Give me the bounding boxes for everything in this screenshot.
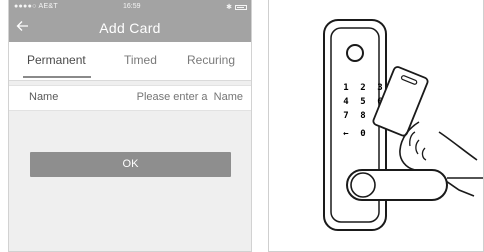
ok-button[interactable]: OK xyxy=(30,152,231,177)
status-icons: ✱ xyxy=(226,3,247,11)
app-header: ●●●●○ AE&T 16:59 ✱ Add Card xyxy=(9,0,251,42)
bluetooth-icon: ✱ xyxy=(226,4,232,11)
name-input[interactable] xyxy=(113,91,243,103)
key-label: 4 xyxy=(343,97,349,107)
key-label: 2 xyxy=(360,83,365,93)
key-label: 1 xyxy=(343,83,348,93)
sensor-icon xyxy=(346,44,364,62)
phone-screen: ●●●●○ AE&T 16:59 ✱ Add Card Permanent Ti… xyxy=(8,0,252,252)
key-label: 7 xyxy=(343,111,348,121)
key-label: 0 xyxy=(360,129,365,139)
carrier-label: ●●●●○ AE&T xyxy=(14,3,58,10)
tab-permanent[interactable]: Permanent xyxy=(27,53,86,67)
battery-icon xyxy=(235,4,247,10)
tab-timed[interactable]: Timed xyxy=(124,53,157,67)
name-row: Name xyxy=(9,85,251,111)
key-label: 8 xyxy=(360,111,365,121)
tab-divider xyxy=(9,80,251,81)
key-label: ← xyxy=(343,129,349,139)
key-label: 5 xyxy=(360,97,365,107)
tab-recuring[interactable]: Recuring xyxy=(187,53,235,67)
active-tab-indicator xyxy=(23,76,91,78)
status-time: 16:59 xyxy=(123,3,141,10)
status-bar: ●●●●○ AE&T 16:59 ✱ xyxy=(9,0,251,14)
page-title: Add Card xyxy=(99,20,161,36)
name-label: Name xyxy=(29,91,59,103)
door-lock-drawing: 1 2 3 4 5 6 7 8 9 ← 0 xyxy=(323,19,483,231)
card-type-tabs: Permanent Timed Recuring xyxy=(9,42,251,80)
lock-illustration: 1 2 3 4 5 6 7 8 9 ← 0 xyxy=(268,0,484,252)
key-label: 3 xyxy=(377,83,382,93)
